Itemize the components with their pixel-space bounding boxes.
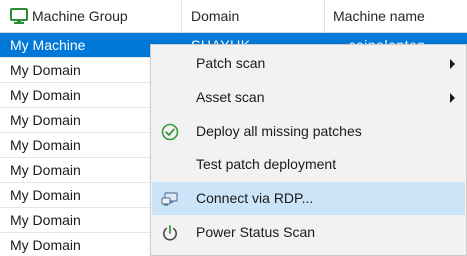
menu-item-label: Deploy all missing patches bbox=[196, 123, 362, 139]
remote-desktop-icon bbox=[161, 192, 178, 206]
menu-item-label: Asset scan bbox=[196, 89, 265, 105]
column-header-machine-name[interactable]: Machine name bbox=[325, 0, 467, 33]
check-circle-icon bbox=[161, 123, 179, 141]
context-menu: Patch scan Asset scan Deploy all missing… bbox=[150, 44, 467, 256]
menu-item-label: Power Status Scan bbox=[196, 224, 316, 240]
column-header-label: Machine name bbox=[333, 8, 425, 24]
power-icon bbox=[163, 225, 177, 241]
menu-item-label: Connect via RDP... bbox=[196, 190, 314, 206]
column-header-domain[interactable]: Domain bbox=[182, 0, 325, 33]
grid-header: Machine Group Domain Machine name bbox=[0, 0, 467, 33]
submenu-arrow-icon bbox=[450, 59, 455, 69]
menu-item-connect-via-rdp[interactable]: Connect via RDP... bbox=[152, 182, 465, 215]
menu-item-label: Test patch deployment bbox=[196, 156, 337, 172]
submenu-arrow-icon bbox=[450, 93, 455, 103]
menu-item-label: Patch scan bbox=[196, 55, 266, 71]
menu-item-patch-scan[interactable]: Patch scan bbox=[152, 47, 465, 80]
menu-item-deploy-all-missing-patches[interactable]: Deploy all missing patches bbox=[152, 115, 465, 148]
menu-item-asset-scan[interactable]: Asset scan bbox=[152, 81, 465, 114]
monitor-icon bbox=[10, 7, 28, 24]
menu-item-power-status-scan[interactable]: Power Status Scan bbox=[152, 216, 465, 249]
column-header-label: Machine Group bbox=[32, 8, 128, 24]
menu-item-test-patch-deployment[interactable]: Test patch deployment bbox=[152, 148, 465, 181]
column-header-machine-group[interactable]: Machine Group bbox=[0, 0, 182, 33]
column-header-label: Domain bbox=[191, 8, 240, 24]
